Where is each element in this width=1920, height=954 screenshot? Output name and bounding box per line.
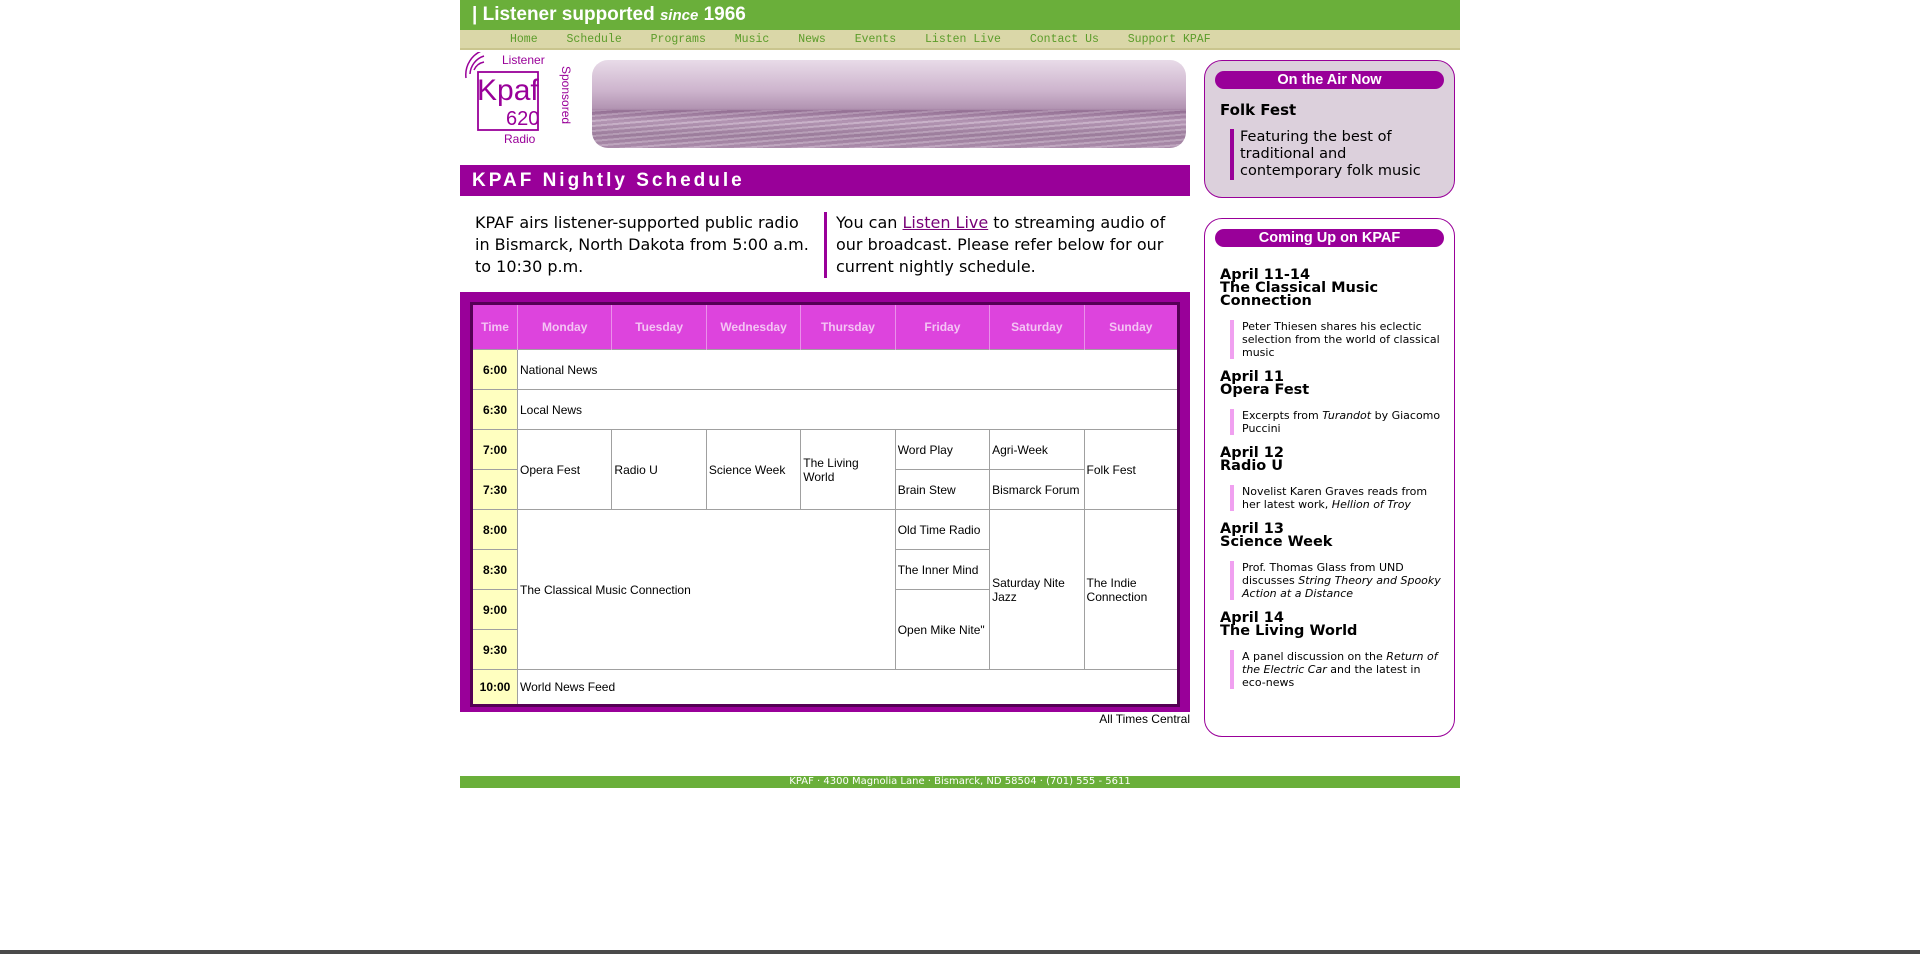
col-header-friday: Friday (895, 303, 991, 350)
coming-up-heading: Coming Up on KPAF (1215, 229, 1444, 247)
coming-up-item: April 13 Science Week Prof. Thomas Glass… (1220, 522, 1454, 600)
show-world-news-feed: World News Feed (517, 669, 1179, 706)
show-bismarck-forum: Bismarck Forum (989, 469, 1085, 510)
nav-home[interactable]: Home (510, 33, 538, 46)
show-opera-fest: Opera Fest (516, 429, 613, 510)
item-description: Prof. Thomas Glass from UND discusses St… (1230, 561, 1444, 600)
hero-image-ocean (592, 60, 1186, 148)
col-header-wednesday: Wednesday (706, 303, 802, 350)
col-header-sunday: Sunday (1084, 303, 1180, 350)
nav-events[interactable]: Events (855, 33, 896, 46)
show-living-world: The Living World (800, 429, 896, 510)
top-banner: | Listener supported since 1966 (460, 0, 1460, 30)
show-national-news: National News (517, 349, 1179, 390)
schedule-heading: KPAF Nightly Schedule (460, 165, 1190, 196)
time-cell: 7:30 (471, 469, 518, 510)
show-science-week: Science Week (705, 429, 802, 510)
item-description: A panel discussion on the Return of the … (1230, 650, 1444, 689)
coming-up-panel: Coming Up on KPAF April 11-14 The Classi… (1204, 218, 1455, 737)
on-air-heading: On the Air Now (1215, 71, 1444, 89)
svg-text:Sponsored: Sponsored (559, 66, 573, 124)
show-indie-connection: The Indie Connection (1083, 509, 1180, 670)
nav-news[interactable]: News (798, 33, 826, 46)
kpaf-logo[interactable]: Listener Kpaf 620 Radio Sponsored (464, 49, 584, 152)
intro-text: KPAF airs listener-supported public radi… (475, 213, 809, 276)
banner-year: 1966 (703, 4, 746, 25)
coming-up-item: April 11 Opera Fest Excerpts from Turand… (1220, 370, 1454, 435)
nav-schedule[interactable]: Schedule (567, 33, 622, 46)
main-nav: Home Schedule Programs Music News Events… (460, 30, 1460, 50)
banner-since: since (659, 7, 699, 24)
svg-text:Kpaf: Kpaf (477, 74, 539, 107)
show-old-time-radio: Old Time Radio (894, 509, 991, 550)
show-local-news: Local News (517, 389, 1179, 430)
window-bottom-edge (0, 950, 1920, 954)
col-header-time: Time (471, 303, 518, 350)
nav-music[interactable]: Music (735, 33, 770, 46)
table-row: 7:00 Opera Fest Radio U Science Week The… (471, 429, 1180, 510)
nav-support[interactable]: Support KPAF (1128, 33, 1211, 46)
show-agri-week: Agri-Week (989, 429, 1085, 470)
on-air-panel: On the Air Now Folk Fest Featuring the b… (1204, 60, 1455, 198)
listen-live-note: You can Listen Live to streaming audio o… (824, 212, 1189, 278)
table-header-row: Time Monday Tuesday Wednesday Thursday F… (471, 303, 1180, 350)
item-title: Radio U (1220, 458, 1284, 474)
show-radio-u: Radio U (611, 429, 707, 510)
times-note: All Times Central (1099, 712, 1190, 726)
nav-programs[interactable]: Programs (651, 33, 706, 46)
table-row: 10:00 World News Feed (471, 669, 1179, 706)
show-saturday-nite-jazz: Saturday Nite Jazz (989, 509, 1085, 670)
show-folk-fest: Folk Fest (1083, 429, 1180, 510)
schedule-frame: Time Monday Tuesday Wednesday Thursday F… (460, 292, 1190, 712)
time-cell: 7:00 (471, 429, 518, 470)
table-row: 6:30 Local News (471, 389, 1179, 430)
time-cell: 8:30 (471, 549, 518, 590)
on-air-description: Featuring the best of traditional and co… (1230, 129, 1444, 180)
listen-live-link[interactable]: Listen Live (903, 213, 989, 232)
show-classical-music-connection: The Classical Music Connection (517, 509, 896, 670)
time-cell: 8:00 (471, 509, 518, 550)
show-open-mike-nite: Open Mike Nite" (894, 589, 991, 670)
item-description: Excerpts from Turandot by Giacomo Puccin… (1230, 409, 1444, 435)
svg-text:Listener: Listener (502, 53, 545, 67)
svg-text:Radio: Radio (504, 132, 536, 146)
logo-graphic: Listener Kpaf 620 Radio Sponsored (465, 49, 573, 146)
col-header-monday: Monday (517, 303, 613, 350)
col-header-tuesday: Tuesday (611, 303, 707, 350)
coming-up-item: April 14 The Living World A panel discus… (1220, 611, 1454, 689)
nav-contact-us[interactable]: Contact Us (1030, 33, 1099, 46)
time-cell: 9:30 (471, 629, 518, 670)
time-cell: 9:00 (471, 589, 518, 630)
coming-up-item: April 11-14 The Classical Music Connecti… (1220, 268, 1454, 359)
footer-address: KPAF · 4300 Magnolia Lane · Bismarck, ND… (460, 776, 1460, 788)
item-title: Opera Fest (1220, 382, 1310, 398)
time-cell: 10:00 (471, 669, 518, 706)
table-row: 6:00 National News (471, 349, 1179, 390)
nav-listen-live[interactable]: Listen Live (925, 33, 1001, 46)
show-brain-stew: Brain Stew (894, 469, 991, 510)
svg-text:620: 620 (506, 108, 539, 130)
item-description: Peter Thiesen shares his eclectic select… (1230, 320, 1444, 359)
col-header-thursday: Thursday (800, 303, 896, 350)
schedule-table: Time Monday Tuesday Wednesday Thursday F… (470, 302, 1180, 707)
item-title: The Classical Music Connection (1220, 280, 1379, 309)
banner-text: | Listener supported (472, 4, 655, 25)
table-row: 8:00 The Classical Music Connection Old … (471, 509, 1180, 670)
time-cell: 6:30 (471, 389, 518, 430)
coming-up-item: April 12 Radio U Novelist Karen Graves r… (1220, 446, 1454, 511)
item-title: Science Week (1220, 534, 1333, 550)
show-word-play: Word Play (894, 429, 991, 470)
time-cell: 6:00 (471, 349, 518, 390)
item-title: The Living World (1220, 623, 1358, 639)
show-inner-mind: The Inner Mind (894, 549, 991, 590)
col-header-saturday: Saturday (989, 303, 1085, 350)
item-description: Novelist Karen Graves reads from her lat… (1230, 485, 1444, 511)
on-air-show: Folk Fest (1220, 101, 1297, 119)
